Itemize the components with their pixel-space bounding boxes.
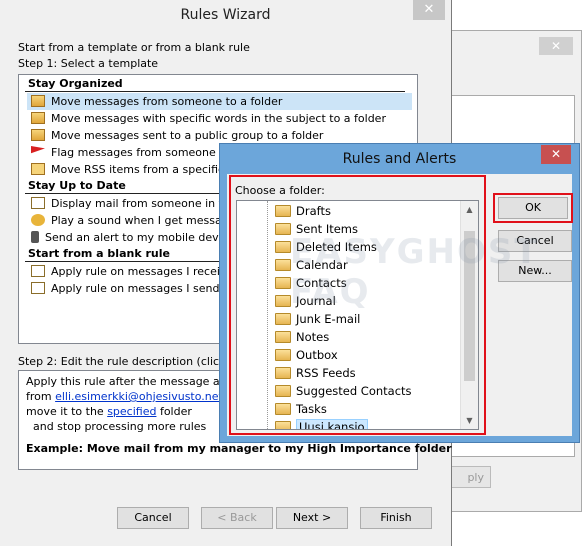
template-item-label: Move messages with specific words in the… [51, 112, 386, 125]
tree-line [267, 201, 268, 429]
folder-icon [275, 349, 291, 361]
vertical-scrollbar[interactable]: ▲ ▼ [460, 201, 478, 429]
folder-node[interactable]: Journal [275, 292, 336, 310]
tasks-icon [275, 403, 291, 415]
template-item-label: Apply rule on messages I send [51, 282, 220, 295]
description-text: move it to the [26, 405, 108, 418]
template-item-label: Move RSS items from a specific R [51, 163, 236, 176]
description-text: from [26, 390, 56, 403]
group-heading: Start from a blank rule [28, 247, 170, 260]
group-heading: Stay Up to Date [28, 179, 126, 192]
ok-button[interactable]: OK [498, 197, 568, 219]
rss-icon [31, 163, 45, 175]
folder-label: Outbox [296, 348, 338, 362]
sender-link[interactable]: elli.esimerkki@ohjesivusto.net [55, 390, 223, 403]
group-divider [25, 91, 405, 92]
folder-label: Drafts [296, 204, 331, 218]
folder-label: Junk E-mail [296, 312, 361, 326]
close-icon[interactable]: ✕ [541, 145, 571, 164]
template-item-label: Send an alert to my mobile device [45, 231, 235, 244]
contacts-icon [275, 277, 291, 289]
folder-label: Calendar [296, 258, 348, 272]
folder-label: Tasks [296, 402, 327, 416]
folder-icon [275, 421, 291, 429]
folder-node[interactable]: Tasks [275, 400, 327, 418]
flag-icon [31, 146, 45, 154]
mail-icon [31, 265, 45, 277]
scroll-up-icon[interactable]: ▲ [461, 201, 478, 218]
folder-label: Uusi kansio [296, 419, 368, 429]
folder-icon [275, 223, 291, 235]
sound-icon [31, 214, 45, 226]
template-item-label: Move messages from someone to a folder [51, 95, 283, 108]
scroll-down-icon[interactable]: ▼ [461, 412, 478, 429]
folder-node[interactable]: Notes [275, 328, 329, 346]
template-item-label: Play a sound when I get message [51, 214, 236, 227]
folder-label: Journal [296, 294, 336, 308]
next-button[interactable]: Next > [276, 507, 348, 529]
template-item-label: Move messages sent to a public group to … [51, 129, 324, 142]
folder-label: Deleted Items [296, 240, 377, 254]
folder-node[interactable]: Contacts [275, 274, 347, 292]
phone-icon [31, 231, 39, 243]
template-item[interactable]: Move messages from someone to a folder [27, 93, 412, 110]
folder-label: Notes [296, 330, 330, 344]
close-icon[interactable]: ✕ [539, 37, 573, 55]
template-item[interactable]: Move messages with specific words in the… [27, 110, 412, 127]
new-folder-button[interactable]: New... [498, 260, 572, 282]
ok-highlight: OK [493, 193, 573, 223]
folder-icon [275, 205, 291, 217]
close-icon[interactable]: ✕ [413, 0, 445, 20]
dialog-client: Choose a folder: Drafts Sent Items Delet… [227, 174, 573, 436]
cancel-button[interactable]: Cancel [498, 230, 572, 252]
rules-and-alerts-dialog: Rules and Alerts ✕ Choose a folder: Draf… [219, 143, 580, 443]
move-icon [31, 112, 45, 124]
scroll-thumb[interactable] [464, 231, 475, 381]
folder-node[interactable]: Sent Items [275, 220, 358, 238]
group-heading: Stay Organized [28, 77, 123, 90]
folder-node[interactable]: Junk E-mail [275, 310, 360, 328]
folder-icon [275, 241, 291, 253]
template-item-label: Flag messages from someone for [51, 146, 235, 159]
mail-icon [31, 197, 45, 209]
cancel-button[interactable]: Cancel [117, 507, 189, 529]
intro-text: Start from a template or from a blank ru… [18, 41, 250, 54]
calendar-icon [275, 259, 291, 271]
folder-node[interactable]: RSS Feeds [275, 364, 356, 382]
template-item[interactable]: Move messages sent to a public group to … [27, 127, 412, 144]
description-text: folder [156, 405, 192, 418]
template-item-label: Display mail from someone in the [51, 197, 237, 210]
move-icon [31, 129, 45, 141]
folder-label: Sent Items [296, 222, 358, 236]
notes-icon [275, 331, 291, 343]
folder-node[interactable]: Drafts [275, 202, 331, 220]
template-item-label: Apply rule on messages I receive [51, 265, 234, 278]
folder-node[interactable]: Outbox [275, 346, 338, 364]
folder-tree[interactable]: Drafts Sent Items Deleted Items Calendar… [236, 200, 479, 430]
journal-icon [275, 295, 291, 307]
back-button[interactable]: < Back [201, 507, 273, 529]
folder-node[interactable]: Calendar [275, 256, 348, 274]
folder-node[interactable]: Suggested Contacts [275, 382, 412, 400]
folder-chooser-highlight: Choose a folder: Drafts Sent Items Delet… [229, 175, 486, 435]
dialog-title: Rules and Alerts [342, 151, 457, 167]
specified-folder-link[interactable]: specified [107, 405, 156, 418]
folder-node[interactable]: Deleted Items [275, 238, 377, 256]
junk-folder-icon [275, 313, 291, 325]
example-text: Example: Move mail from my manager to my… [26, 442, 452, 455]
contacts-icon [275, 385, 291, 397]
folder-label: Contacts [296, 276, 347, 290]
move-icon [31, 95, 45, 107]
mail-icon [31, 282, 45, 294]
rss-folder-icon [275, 367, 291, 379]
folder-label: Suggested Contacts [296, 384, 412, 398]
window-title: Rules Wizard [180, 7, 271, 23]
finish-button[interactable]: Finish [360, 507, 432, 529]
step2-label: Step 2: Edit the rule description (click… [18, 355, 254, 368]
folder-node-selected[interactable]: Uusi kansio [275, 418, 368, 429]
folder-label: RSS Feeds [296, 366, 356, 380]
choose-folder-label: Choose a folder: [235, 184, 325, 197]
step1-label: Step 1: Select a template [18, 57, 159, 70]
